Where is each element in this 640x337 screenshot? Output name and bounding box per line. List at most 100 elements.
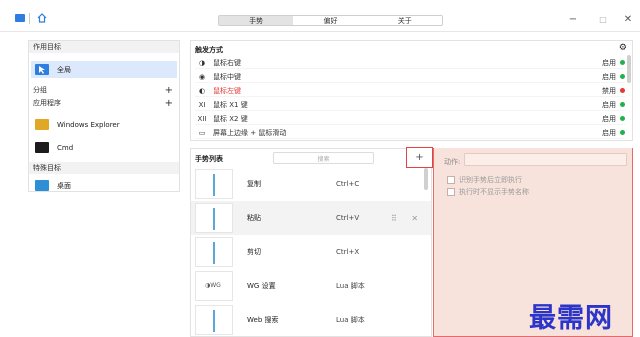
- gesture-name: WG 设置: [247, 282, 276, 290]
- add-gesture-button[interactable]: +: [406, 147, 433, 168]
- gesture-thumbnail: [195, 203, 233, 233]
- gesture-name: 复制: [247, 180, 261, 188]
- close-button[interactable]: ✕: [621, 12, 635, 26]
- trigger-icon: ◐: [198, 86, 206, 95]
- apps-header: 应用程序 +: [29, 97, 179, 109]
- trigger-status[interactable]: 禁用: [602, 86, 616, 96]
- action-panel: 动作: 识别手势后立即执行 执行时不显示手势名称 最需网: [433, 148, 633, 337]
- tab-gestures[interactable]: 手势: [219, 16, 294, 25]
- option-hide-name[interactable]: 执行时不显示手势名称: [447, 187, 529, 197]
- cursor-icon: [35, 64, 49, 75]
- watermark: 最需网: [529, 303, 613, 334]
- trigger-icon: XII: [197, 114, 207, 123]
- gesture-thumbnail: ◑WG: [195, 271, 233, 301]
- checkbox[interactable]: [447, 176, 455, 184]
- status-dot: [620, 88, 625, 93]
- action-select[interactable]: [464, 153, 627, 166]
- add-app-button[interactable]: +: [165, 98, 173, 109]
- search-input[interactable]: 搜索: [273, 152, 374, 164]
- tab-preferences[interactable]: 偏好: [293, 16, 367, 25]
- trigger-status[interactable]: 启用: [602, 128, 616, 138]
- gesture-row[interactable]: 复制 Ctrl+C: [191, 167, 431, 201]
- targets-header: 作用目标: [29, 41, 179, 53]
- gesture-shortcut: Lua 脚本: [336, 316, 365, 324]
- tab-about[interactable]: 关于: [368, 16, 442, 25]
- app-cmd[interactable]: Cmd: [35, 139, 73, 156]
- targets-panel: 作用目标 全局 分组 + 应用程序 + Windows Explorer Cmd…: [28, 40, 180, 192]
- target-global[interactable]: 全局: [31, 61, 177, 78]
- action-label: 动作:: [444, 158, 461, 166]
- status-dot: [620, 102, 625, 107]
- app-label: Cmd: [57, 143, 74, 152]
- gesture-shortcut: Ctrl+C: [336, 180, 360, 188]
- gesture-row[interactable]: 粘贴 Ctrl+V ⠿ ✕: [191, 201, 431, 235]
- gesture-thumbnail: [195, 169, 233, 199]
- gesture-row[interactable]: Web 搜索 Lua 脚本: [191, 303, 431, 337]
- gesture-stroke: [213, 208, 215, 230]
- checkbox[interactable]: [447, 188, 455, 196]
- status-dot: [620, 60, 625, 65]
- trigger-label: 鼠标 X1 键: [213, 100, 248, 109]
- trigger-row[interactable]: XI 鼠标 X1 键 启用: [195, 99, 625, 111]
- home-icon[interactable]: [36, 12, 48, 24]
- trigger-label: 鼠标左键: [213, 86, 241, 95]
- app-label: Windows Explorer: [57, 120, 120, 129]
- triggers-title: 触发方式: [195, 46, 223, 54]
- row-actions[interactable]: ⠿ ✕: [391, 214, 424, 223]
- trigger-row[interactable]: ▭ 屏幕上边缘 + 鼠标滑动 启用: [195, 127, 625, 139]
- add-group-button[interactable]: +: [165, 85, 173, 96]
- trigger-label: 屏幕上边缘 + 鼠标滑动: [213, 128, 287, 137]
- gesture-stroke: [213, 242, 215, 264]
- trigger-status[interactable]: 启用: [602, 72, 616, 82]
- trigger-label: 鼠标右键: [213, 58, 241, 67]
- gesture-thumbnail: [195, 237, 233, 267]
- trigger-label: 鼠标中键: [213, 72, 241, 81]
- trigger-row[interactable]: ◐ 鼠标左键 禁用: [195, 85, 625, 97]
- groups-header: 分组 +: [29, 84, 179, 96]
- app-icon: [15, 14, 25, 22]
- terminal-icon: [35, 142, 49, 153]
- trigger-status[interactable]: 启用: [602, 100, 616, 110]
- target-global-label: 全局: [57, 65, 71, 74]
- trigger-icon: XI: [198, 100, 206, 109]
- divider: [29, 13, 30, 24]
- gesture-stroke: [213, 310, 215, 332]
- app-windows-explorer[interactable]: Windows Explorer: [35, 116, 120, 133]
- gesture-shortcut: Ctrl+X: [336, 248, 360, 256]
- gear-icon[interactable]: ⚙: [619, 43, 627, 53]
- gesture-shortcut: Lua 脚本: [336, 282, 365, 290]
- status-dot: [620, 116, 625, 121]
- maximize-button[interactable]: □: [596, 12, 610, 26]
- special-label: 桌面: [57, 181, 71, 190]
- gesture-list-title: 手势列表: [195, 155, 223, 163]
- gesture-row[interactable]: 剪切 Ctrl+X: [191, 235, 431, 269]
- option-label: 执行时不显示手势名称: [459, 188, 529, 196]
- option-label: 识别手势后立即执行: [459, 176, 522, 184]
- trigger-label: 鼠标 X2 键: [213, 114, 248, 123]
- trigger-status[interactable]: 启用: [602, 114, 616, 124]
- minimize-button[interactable]: −: [566, 12, 580, 26]
- desktop-icon: [35, 180, 49, 191]
- trigger-row[interactable]: XII 鼠标 X2 键 启用: [195, 113, 625, 125]
- gesture-shortcut: Ctrl+V: [336, 214, 360, 222]
- thumbnail-text: ◑WG: [205, 282, 221, 289]
- special-header: 特殊目标: [29, 162, 179, 174]
- trigger-icon: ◉: [198, 72, 206, 81]
- triggers-scrollbar[interactable]: [627, 55, 631, 83]
- gesture-stroke: [213, 174, 215, 196]
- special-desktop[interactable]: 桌面: [35, 177, 71, 194]
- gesture-row[interactable]: ◑WG WG 设置 Lua 脚本: [191, 269, 431, 303]
- trigger-row[interactable]: ◑ 鼠标右键 启用: [195, 57, 625, 69]
- main-tabs: 手势 偏好 关于: [218, 15, 443, 26]
- groups-header-label: 分组: [33, 86, 47, 94]
- trigger-row[interactable]: ◉ 鼠标中键 启用: [195, 71, 625, 83]
- gesture-name: 剪切: [247, 248, 261, 256]
- status-dot: [620, 130, 625, 135]
- trigger-status[interactable]: 启用: [602, 58, 616, 68]
- apps-header-label: 应用程序: [33, 99, 61, 107]
- gesture-list-panel: 手势列表 搜索 复制 Ctrl+C 粘贴 Ctrl+V ⠿ ✕ 剪切 Ctrl+X ◑WG WG…: [190, 148, 432, 337]
- status-dot: [620, 74, 625, 79]
- targets-header-label: 作用目标: [33, 43, 61, 51]
- option-immediate[interactable]: 识别手势后立即执行: [447, 175, 522, 185]
- trigger-icon: ▭: [198, 128, 206, 137]
